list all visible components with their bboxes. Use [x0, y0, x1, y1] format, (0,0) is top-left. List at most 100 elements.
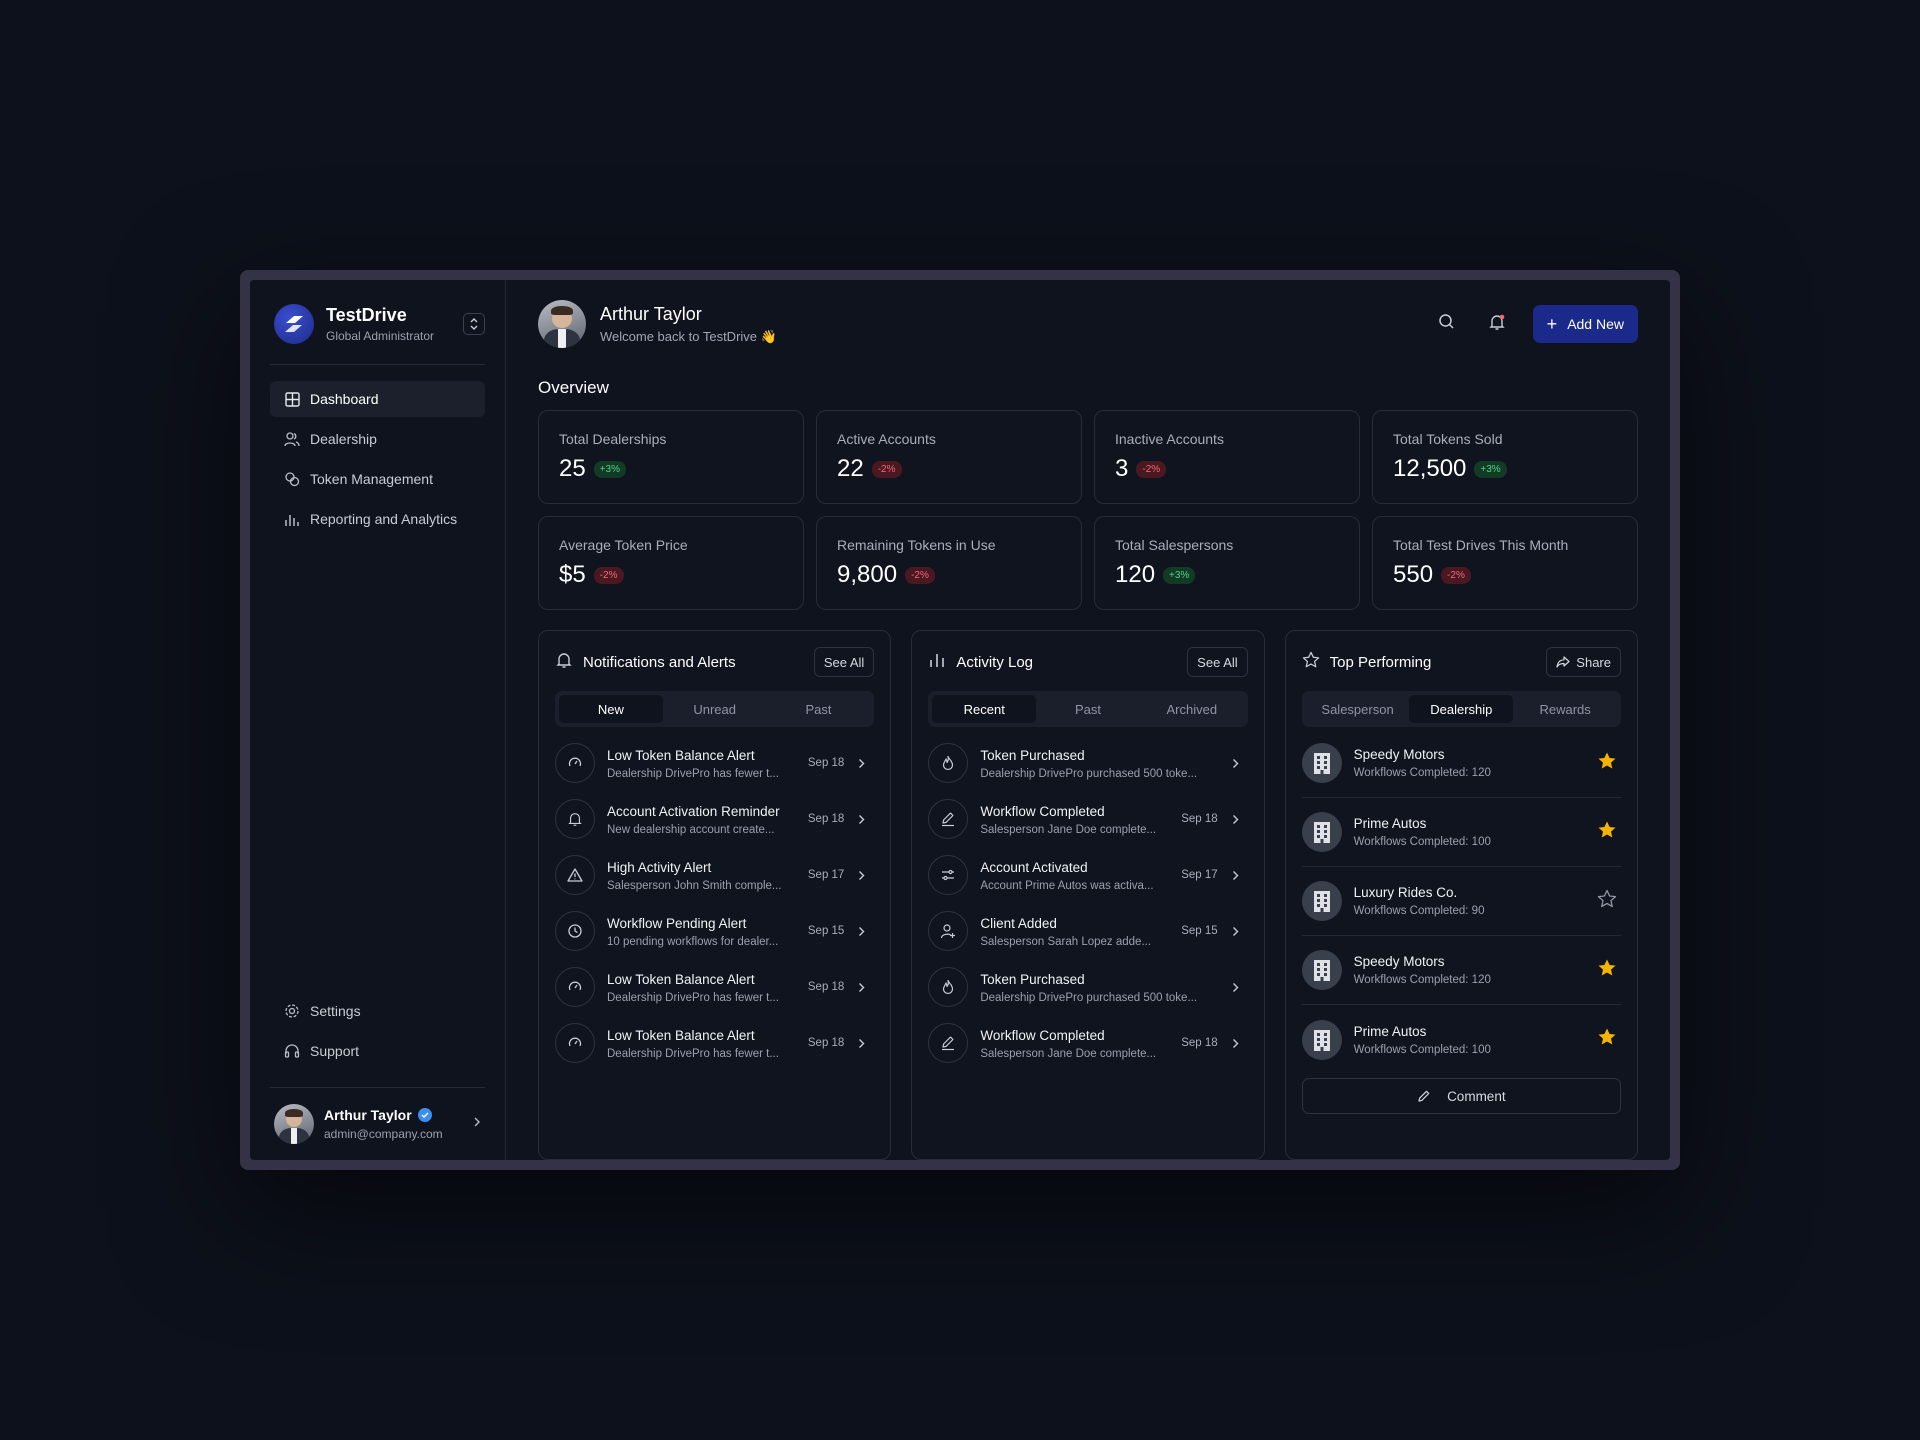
coins-icon — [284, 471, 300, 487]
tab-unread[interactable]: Unread — [663, 695, 767, 723]
star-outline-icon[interactable] — [1597, 889, 1621, 914]
list-item[interactable]: Low Token Balance Alert Dealership DriveP… — [555, 959, 874, 1015]
list-item-subtitle: Salesperson Jane Doe complete... — [980, 1048, 1157, 1060]
list-item[interactable]: High Activity Alert Salesperson John Smit… — [555, 847, 874, 903]
list-item[interactable]: Account Activation Reminder New dealershi… — [555, 791, 874, 847]
building-icon — [1301, 743, 1342, 783]
share-button[interactable]: Share — [1546, 647, 1621, 677]
list-item-subtitle: Dealership DrivePro has fewer t... — [607, 992, 779, 1004]
divider — [270, 364, 485, 365]
user-card[interactable]: Arthur Taylor admin@company.com — [270, 1088, 485, 1160]
list-item[interactable]: Client Added Salesperson Sarah Lopez adde… — [928, 903, 1247, 959]
sidebar-item-dashboard[interactable]: Dashboard — [270, 381, 485, 417]
workspace-switcher-icon[interactable] — [463, 313, 485, 335]
list-item[interactable]: Speedy Motors Workflows Completed: 120 — [1301, 936, 1621, 1005]
comment-button[interactable]: Comment — [1301, 1078, 1621, 1114]
list-item-title: Low Token Balance Alert — [607, 748, 755, 763]
stat-label: Remaining Tokens in Use — [837, 537, 996, 553]
list-item-title: Workflow Completed — [980, 1028, 1105, 1043]
top-performing-title: Top Performing — [1329, 653, 1432, 671]
list-item[interactable]: Prime Autos Workflows Completed: 100 — [1301, 1005, 1621, 1074]
sidebar-item-support[interactable]: Support — [270, 1033, 485, 1069]
stat-card: Average Token Price $5 -2% — [538, 516, 804, 610]
tab-new[interactable]: New — [559, 695, 663, 723]
stat-label: Total Salespersons — [1115, 537, 1234, 553]
stat-change-badge: +3% — [593, 460, 626, 478]
comment-label: Comment — [1447, 1088, 1506, 1104]
panels: Notifications and Alerts See All New Unr… — [538, 630, 1638, 1160]
list-item[interactable]: Low Token Balance Alert Dealership DriveP… — [555, 735, 874, 791]
list-item-title: Account Activation Reminder — [607, 804, 780, 819]
search-icon — [1438, 313, 1455, 335]
list-item[interactable]: Luxury Rides Co. Workflows Completed: 90 — [1301, 867, 1621, 936]
avatar — [538, 300, 586, 348]
tab-past[interactable]: Past — [767, 695, 871, 723]
search-button[interactable] — [1429, 306, 1465, 342]
chevron-right-icon — [858, 758, 868, 769]
sidebar-item-token-management[interactable]: Token Management — [270, 461, 485, 497]
chevron-right-icon — [1232, 982, 1242, 993]
stat-change-badge: -2% — [905, 566, 935, 584]
list-item[interactable]: Low Token Balance Alert Dealership DriveP… — [555, 1015, 874, 1071]
dealership-name: Speedy Motors — [1353, 747, 1445, 762]
stat-label: Active Accounts — [837, 431, 936, 447]
add-new-label: Add New — [1567, 316, 1624, 332]
tab-archived[interactable]: Archived — [1140, 695, 1244, 723]
tab-recent[interactable]: Recent — [932, 695, 1037, 723]
stat-change-badge: -2% — [871, 460, 902, 478]
stat-change-badge: +3% — [1163, 566, 1196, 584]
list-item[interactable]: Account Activated Account Prime Autos was… — [928, 847, 1247, 903]
star-filled-icon[interactable] — [1597, 751, 1621, 776]
see-all-activity-button[interactable]: See All — [1187, 647, 1248, 677]
stat-value: 12,500 — [1393, 455, 1467, 482]
sidebar-item-dealership[interactable]: Dealership — [270, 421, 485, 457]
building-icon — [1301, 1019, 1342, 1060]
star-outline-icon — [1302, 651, 1320, 674]
list-item[interactable]: Workflow Completed Salesperson Jane Doe c… — [928, 1015, 1247, 1071]
app-frame: TestDrive Global Administrator Dashboard… — [240, 270, 1680, 1170]
chevron-right-icon — [1232, 814, 1242, 825]
notifications-button[interactable] — [1479, 306, 1515, 342]
workflows-completed: Workflows Completed: 100 — [1353, 1043, 1491, 1056]
notifications-tabs: New Unread Past — [555, 691, 875, 727]
stat-change-badge: -2% — [1441, 566, 1471, 584]
chevron-right-icon — [473, 1115, 481, 1133]
sidebar-item-label: Settings — [310, 1003, 361, 1019]
activity-title: Activity Log — [956, 653, 1034, 671]
star-filled-icon[interactable] — [1597, 820, 1621, 845]
user-email: admin@company.com — [324, 1127, 443, 1141]
list-item-subtitle: Salesperson Sarah Lopez adde... — [980, 936, 1152, 948]
stat-label: Total Test Drives This Month — [1393, 537, 1569, 553]
flame-icon — [928, 967, 969, 1007]
add-new-button[interactable]: + Add New — [1532, 305, 1638, 343]
clock-icon — [555, 911, 595, 951]
brand-role: Global Administrator — [326, 329, 435, 343]
list-item[interactable]: Token Purchased Dealership DrivePro purch… — [928, 959, 1247, 1015]
top-performing-panel: Top Performing Share Salesperson Dealers… — [1284, 630, 1638, 1160]
sidebar-item-label: Dealership — [310, 431, 377, 447]
sidebar: TestDrive Global Administrator Dashboard… — [250, 280, 506, 1160]
star-filled-icon[interactable] — [1597, 958, 1621, 983]
stat-card: Remaining Tokens in Use 9,800 -2% — [816, 516, 1082, 610]
sidebar-item-reporting[interactable]: Reporting and Analytics — [270, 501, 485, 537]
stat-change-badge: -2% — [593, 566, 624, 584]
workflows-completed: Workflows Completed: 100 — [1353, 836, 1491, 848]
list-item[interactable]: Token Purchased Dealership DrivePro purch… — [928, 735, 1247, 791]
tab-past[interactable]: Past — [1036, 695, 1140, 723]
list-item[interactable]: Workflow Pending Alert 10 pending workflo… — [555, 903, 874, 959]
list-item[interactable]: Workflow Completed Salesperson Jane Doe c… — [928, 791, 1247, 847]
stat-card: Total Salespersons 120 +3% — [1094, 516, 1360, 610]
see-all-notifications-button[interactable]: See All — [813, 647, 875, 677]
list-item[interactable]: Speedy Motors Workflows Completed: 120 — [1301, 729, 1621, 798]
sidebar-item-settings[interactable]: Settings — [270, 993, 485, 1029]
stats-grid: Total Dealerships 25 +3% Active Accounts 22-… — [538, 410, 1638, 610]
list-item[interactable]: Prime Autos Workflows Completed: 100 — [1301, 798, 1621, 867]
workflows-completed: Workflows Completed: 120 — [1353, 974, 1491, 986]
chevron-right-icon — [1232, 870, 1242, 881]
tab-rewards[interactable]: Rewards — [1513, 695, 1617, 723]
bell-icon — [555, 651, 573, 674]
tab-salesperson[interactable]: Salesperson — [1306, 695, 1410, 723]
tab-dealership[interactable]: Dealership — [1409, 695, 1514, 723]
list-item-subtitle: 10 pending workflows for dealer... — [607, 936, 779, 948]
star-filled-icon[interactable] — [1597, 1027, 1621, 1052]
